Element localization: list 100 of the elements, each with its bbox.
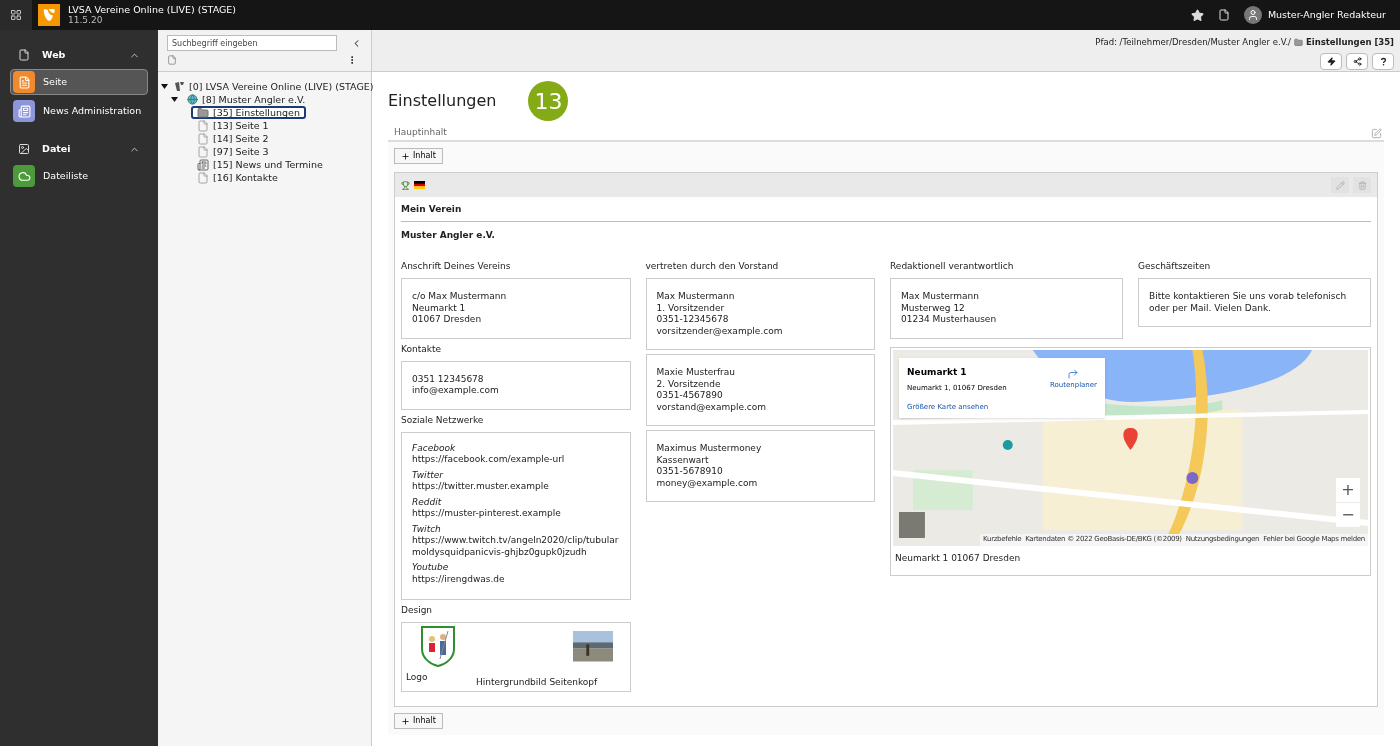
- tree-item[interactable]: [35] Einstellungen: [191, 106, 306, 119]
- info-text: Kassenwart: [656, 454, 710, 466]
- version-text: 11.5.20: [68, 15, 104, 26]
- module-item[interactable]: News Administration: [10, 98, 148, 124]
- section-label: Design: [401, 604, 434, 617]
- page-title: Einstellungen: [388, 90, 497, 112]
- module-label: Seite: [43, 74, 68, 89]
- plus-icon: [401, 716, 410, 726]
- info-text: 1. Vorsitzender: [656, 302, 726, 314]
- tree-item[interactable]: [8] Muster Angler e.V.: [181, 93, 312, 106]
- add-content-button[interactable]: Inhalt: [394, 713, 443, 729]
- image-icon: [18, 143, 30, 155]
- module-label: Dateiliste: [43, 168, 89, 183]
- image-caption: Logo: [406, 671, 428, 684]
- add-content-button[interactable]: Inhalt: [394, 148, 443, 164]
- popup-title: Neumarkt 1: [907, 365, 967, 379]
- tree-item[interactable]: [16] Kontakte: [191, 171, 284, 184]
- section-label: Redaktionell verantwortlich: [890, 260, 1015, 273]
- tree-item[interactable]: [97] Seite 3: [191, 145, 275, 158]
- tree-item[interactable]: [15] News und Termine: [191, 158, 329, 171]
- page-icon: [197, 145, 209, 158]
- module-item[interactable]: Seite: [10, 69, 148, 95]
- tree-item[interactable]: [13] Seite 1: [191, 119, 275, 132]
- info-text: Musterweg 12: [901, 302, 966, 314]
- image-caption: Hintergrundbild Seitenkopf: [476, 675, 598, 689]
- info-text: info@example.com: [412, 385, 500, 397]
- info-text: 0351 12345678: [412, 373, 485, 385]
- avatar-icon: [1243, 6, 1262, 24]
- section-label: Anschrift Deines Vereins: [401, 260, 512, 273]
- network-url: https://muster-pinterest.example: [412, 508, 562, 520]
- module-group[interactable]: Datei: [42, 141, 71, 157]
- breadcrumb-path: Pfad: /Teilnehmer/Dresden/Muster Angler e.V./ Einstellungen [35]: [1095, 36, 1394, 49]
- info-text: 0351-4567890: [656, 390, 724, 402]
- zoom-in-button[interactable]: +: [1336, 477, 1360, 502]
- info-text: 0351-12345678: [656, 314, 730, 326]
- page-icon: [18, 49, 30, 61]
- network-label: Twitter: [412, 469, 445, 481]
- flag-icon: [414, 181, 425, 189]
- info-text: 01067 Dresden: [412, 314, 483, 326]
- info-text: 2. Vorsitzende: [656, 378, 722, 390]
- page-icon: [197, 132, 209, 145]
- trophy-icon: [401, 180, 410, 190]
- network-url: https://irengdwas.de: [412, 573, 506, 585]
- info-text: Max Mustermann: [656, 291, 736, 303]
- section-label: Kontakte: [401, 342, 442, 356]
- info-text: vorstand@example.com: [656, 401, 767, 413]
- network-label: Reddit: [412, 496, 443, 508]
- network-label: Twitch: [412, 523, 442, 535]
- folder-icon: [1293, 37, 1303, 47]
- network-label: Youtube: [412, 562, 450, 574]
- club-name: Muster Angler e.V.: [401, 228, 497, 242]
- share-icon: [1352, 56, 1362, 66]
- page-icon[interactable]: [1217, 9, 1230, 21]
- info-text: Maxie Musterfrau: [656, 367, 737, 379]
- page-icon: [197, 119, 209, 132]
- number-badge: 13: [528, 81, 569, 121]
- network-url: https://twitter.muster.example: [412, 481, 550, 493]
- info-text: money@example.com: [656, 477, 759, 489]
- globe-icon: [187, 94, 198, 105]
- map-caption: Neumarkt 1 01067 Dresden: [895, 551, 1022, 565]
- logo-icon: [38, 4, 60, 26]
- info-text: Bitte kontaktieren Sie uns vorab telefonisch oder per Mail. Vielen Dank.: [1149, 291, 1348, 314]
- user-menu[interactable]: Muster-Angler Redakteur: [1243, 6, 1386, 24]
- network-url: https://facebook.com/example-url: [412, 454, 566, 466]
- section-label: Geschäftszeiten: [1138, 260, 1212, 273]
- info-text: vorsitzender@example.com: [656, 325, 784, 337]
- tree-item[interactable]: [0] LVSA Vereine Online (LIVE) (STAGE): [168, 80, 380, 93]
- share-button[interactable]: [1346, 52, 1368, 70]
- network-url: https://www.twitch.tv/angeln2020/clip/tubularmoldysquidpanicvis-ghjbz0gupk0jzudh: [412, 535, 620, 558]
- news-icon: [197, 158, 209, 171]
- route-icon: [1067, 367, 1080, 380]
- zoom-out-button[interactable]: −: [1336, 502, 1360, 527]
- app-menu-icon[interactable]: [0, 0, 32, 30]
- network-label: Facebook: [412, 442, 457, 454]
- bookmark-icon[interactable]: [1190, 8, 1204, 22]
- expand-toggle-icon[interactable]: [161, 83, 168, 90]
- shortcut-button[interactable]: [1320, 52, 1342, 70]
- trash-icon: [1357, 180, 1367, 190]
- info-text: Max Mustermann: [901, 291, 980, 303]
- plus-icon: [401, 151, 410, 161]
- column-label: Hauptinhalt: [394, 126, 447, 140]
- page-icon: [197, 171, 209, 184]
- help-button[interactable]: [1372, 52, 1394, 70]
- module-group[interactable]: Web: [42, 47, 66, 63]
- expand-toggle-icon[interactable]: [171, 96, 178, 103]
- module-item[interactable]: Dateiliste: [10, 163, 148, 189]
- section-label: vertreten durch den Vorstand: [645, 260, 780, 273]
- search-field[interactable]: Suchbegriff eingeben: [167, 35, 338, 51]
- tree-item[interactable]: [14] Seite 2: [191, 132, 275, 145]
- site-root-icon: [174, 81, 185, 92]
- module-label: News Administration: [43, 103, 142, 118]
- info-text: 01234 Musterhausen: [901, 314, 998, 326]
- site-title: LVSA Vereine Online (LIVE) (STAGE): [68, 4, 237, 15]
- pencil-icon: [1335, 180, 1345, 190]
- lightning-icon: [1326, 56, 1336, 66]
- info-text: Neumarkt 1: [412, 302, 467, 314]
- element-heading: Mein Verein: [401, 203, 1371, 222]
- section-label: Soziale Netzwerke: [401, 413, 485, 427]
- folder-icon: [197, 106, 209, 119]
- help-icon: [1378, 56, 1388, 66]
